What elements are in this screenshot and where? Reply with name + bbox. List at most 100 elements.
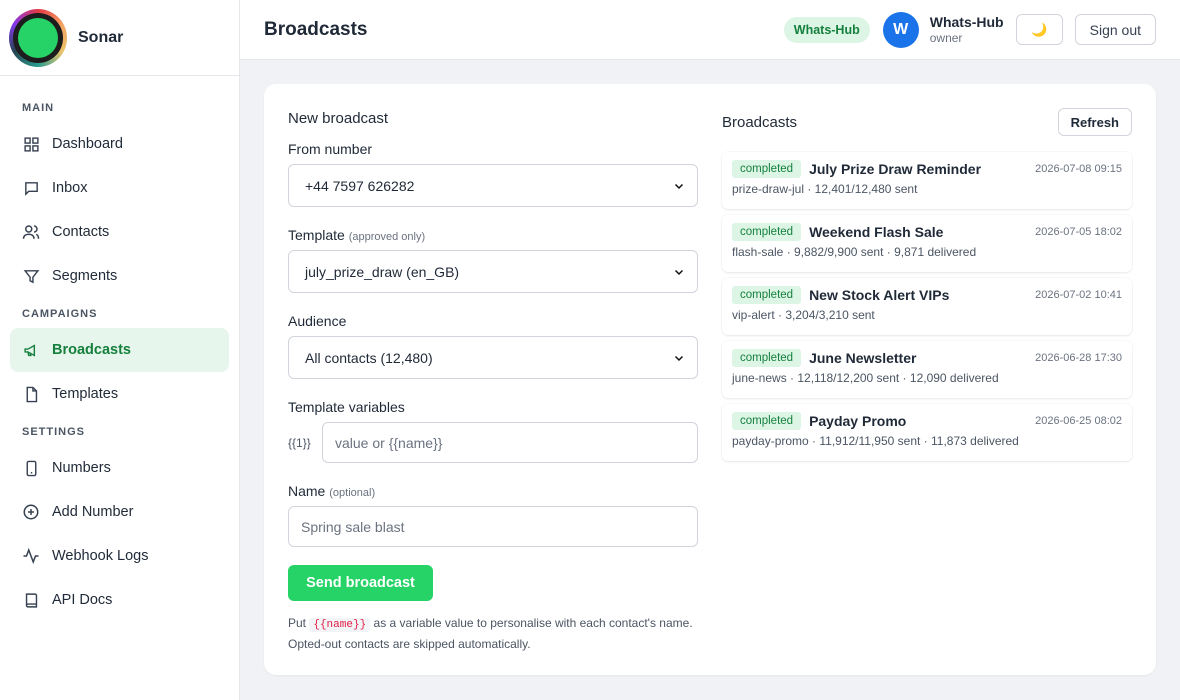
list-item[interactable]: completed June Newsletter 2026-06-28 17:… [722,341,1132,398]
broadcast-meta: flash-sale · 9,882/9,900 sent · 9,871 de… [732,245,977,259]
sidebar-item-label: Add Number [52,504,134,520]
sidebar-item-label: Templates [52,386,119,402]
broadcast-name: June Newsletter [809,350,917,366]
broadcast-meta: june-news · 12,118/12,200 sent · 12,090 … [732,371,999,385]
sidebar-item-webhook-logs[interactable]: Webhook Logs [10,534,229,578]
sidebar-item-add-number[interactable]: Add Number [10,490,229,534]
sidebar-item-label: API Docs [52,592,113,608]
variable-tag: {{1}} [288,435,311,450]
help-text: Put {{name}} as a variable value to pers… [288,616,693,651]
section-label-campaigns: CAMPAIGNS [22,308,98,320]
template-note: (approved only) [348,231,426,243]
broadcast-date: 2026-07-02 10:41 [1035,289,1122,301]
template-value: july_prize_draw (en_GB) [305,263,460,280]
sidebar-item-dashboard[interactable]: Dashboard [10,122,229,166]
status-badge: completed [732,412,802,430]
form-title: New broadcast [288,110,389,127]
user-role: owner [929,31,963,45]
from-number-value: +44 7597 626282 [305,177,415,194]
status-badge: completed [732,160,802,178]
avatar[interactable]: W [882,11,919,48]
chevron-down-icon [674,183,684,189]
broadcast-name: New Stock Alert VIPs [809,287,950,303]
file-icon [22,385,40,403]
brand[interactable]: Sonar [0,0,239,76]
broadcast-meta: payday-promo · 11,912/11,950 sent · 11,8… [732,434,1019,448]
template-select[interactable]: july_prize_draw (en_GB) [288,250,698,293]
send-broadcast-button[interactable]: Send broadcast [288,565,433,601]
users-icon [22,223,40,241]
org-badge: Whats-Hub [783,16,870,43]
sidebar-item-label: Webhook Logs [52,548,149,564]
refresh-button[interactable]: Refresh [1057,108,1132,136]
list-title: Broadcasts [722,113,798,131]
activity-icon [22,547,40,565]
book-icon [22,591,40,609]
variable-input[interactable] [322,422,698,463]
filter-icon [22,267,40,285]
section-label-main: MAIN [22,102,55,114]
broadcast-date: 2026-07-05 18:02 [1035,226,1122,238]
from-number-select[interactable]: +44 7597 626282 [288,164,698,207]
logo-icon [9,8,67,67]
sidebar-item-templates[interactable]: Templates [10,372,229,416]
sidebar: Sonar MAIN Dashboard Inbox Contacts Segm… [0,0,240,700]
list-item[interactable]: completed July Prize Draw Reminder 2026-… [722,152,1132,209]
broadcast-name: Weekend Flash Sale [809,224,944,240]
user-info: Whats-Hub owner [930,14,1004,45]
new-broadcast-form: New broadcast From number +44 7597 62628… [288,110,698,654]
broadcast-name: July Prize Draw Reminder [809,161,982,177]
sign-out-button[interactable]: Sign out [1074,14,1156,45]
audience-label: Audience [288,313,347,329]
phone-icon [22,459,40,477]
sidebar-item-segments[interactable]: Segments [10,254,229,298]
sidebar-item-label: Contacts [52,224,110,240]
name-label: Name (optional) [288,483,376,499]
sidebar-item-label: Broadcasts [52,342,131,358]
from-number-label: From number [288,141,373,157]
sidebar-item-label: Inbox [52,180,88,196]
status-badge: completed [732,223,802,241]
sidebar-item-contacts[interactable]: Contacts [10,210,229,254]
audience-value: All contacts (12,480) [305,349,433,366]
moon-icon: 🌙 [1031,21,1048,37]
sidebar-item-numbers[interactable]: Numbers [10,446,229,490]
broadcast-date: 2026-07-08 09:15 [1035,163,1122,175]
sidebar-item-broadcasts[interactable]: Broadcasts [10,328,229,372]
template-label: Template (approved only) [288,227,426,243]
sidebar-item-label: Dashboard [52,136,123,152]
sidebar-item-label: Numbers [52,460,111,476]
broadcast-date: 2026-06-28 17:30 [1035,352,1122,364]
status-badge: completed [732,349,802,367]
name-variable-code: {{name}} [309,618,371,632]
sidebar-item-inbox[interactable]: Inbox [10,166,229,210]
grid-icon [22,135,40,153]
template-variables-label: Template variables [288,399,405,415]
broadcast-list: Broadcasts Refresh completed July Prize … [722,108,1132,467]
broadcast-meta: vip-alert · 3,204/3,210 sent [732,308,875,322]
sidebar-item-api-docs[interactable]: API Docs [10,578,229,622]
audience-select[interactable]: All contacts (12,480) [288,336,698,379]
broadcast-name: Payday Promo [809,413,907,429]
page-title: Broadcasts [264,18,368,40]
list-item[interactable]: completed Weekend Flash Sale 2026-07-05 … [722,215,1132,272]
plus-circle-icon [22,503,40,521]
broadcast-date: 2026-06-25 08:02 [1035,415,1122,427]
chevron-down-icon [674,269,684,275]
sidebar-item-label: Segments [52,268,118,284]
list-item[interactable]: completed New Stock Alert VIPs 2026-07-0… [722,278,1132,335]
broadcasts-card: New broadcast From number +44 7597 62628… [264,84,1156,675]
chevron-down-icon [674,355,684,361]
broadcast-name-input[interactable] [288,506,698,547]
theme-toggle-button[interactable]: 🌙 [1015,14,1063,45]
name-note: (optional) [329,487,376,499]
top-header: Broadcasts Whats-Hub W Whats-Hub owner 🌙… [240,0,1180,60]
user-name: Whats-Hub [929,14,1004,30]
variable-row: {{1}} [288,422,698,463]
section-label-settings: SETTINGS [22,426,86,438]
list-item[interactable]: completed Payday Promo 2026-06-25 08:02 … [722,404,1132,461]
status-badge: completed [732,286,802,304]
megaphone-icon [22,341,40,359]
message-icon [22,179,40,197]
broadcast-meta: prize-draw-jul · 12,401/12,480 sent [732,182,918,196]
